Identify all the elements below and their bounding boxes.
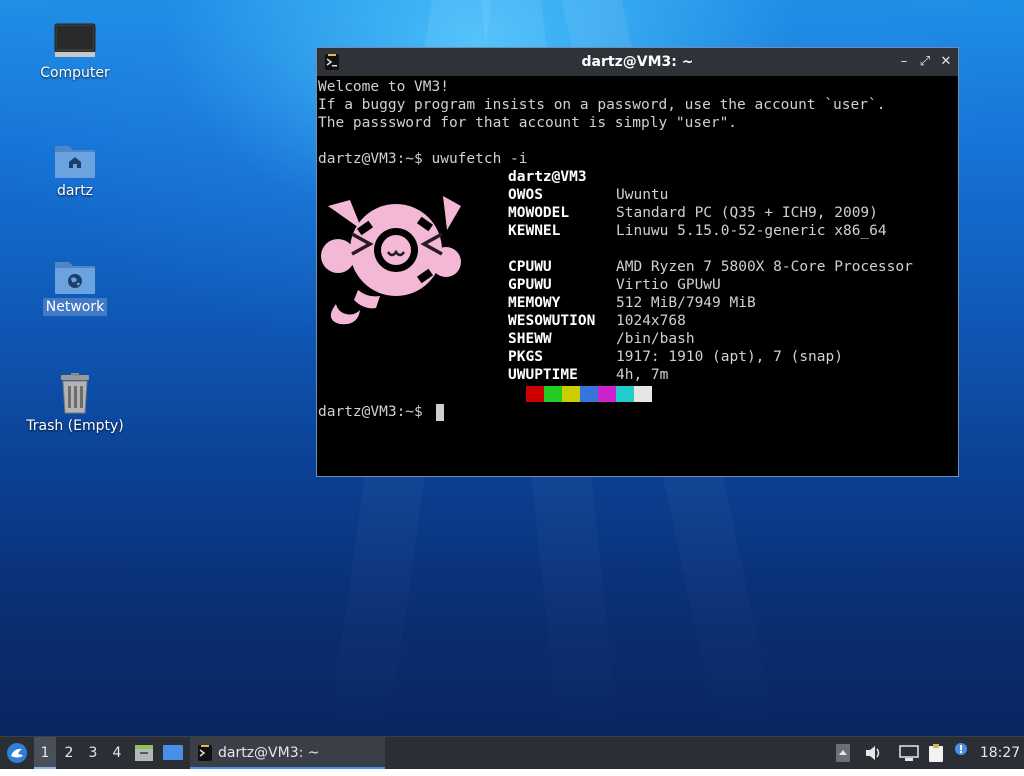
palette-swatch	[580, 386, 598, 402]
home-folder-icon	[55, 146, 95, 178]
palette-swatch	[598, 386, 616, 402]
workspace-3[interactable]: 3	[82, 737, 104, 769]
terminal-window[interactable]: dartz@VM3: ~ – ⤢ ✕ Welcome to VM3! If a …	[316, 47, 959, 477]
desktop-icon-network[interactable]: Network	[20, 256, 130, 316]
info-value: Uwuntu	[616, 187, 669, 203]
info-key: OWOS	[508, 187, 543, 203]
palette-swatch	[634, 386, 652, 402]
info-value: AMD Ryzen 7 5800X 8-Core Processor	[616, 259, 913, 275]
info-key: PKGS	[508, 349, 543, 365]
desktop: Computer dartz Network Trash (Empty) dar…	[0, 0, 1024, 736]
palette-swatch	[616, 386, 634, 402]
info-value: Virtio GPUwU	[616, 277, 721, 293]
start-menu-button[interactable]	[4, 737, 30, 769]
info-value: 4h, 7m	[616, 367, 669, 383]
computer-icon	[54, 23, 96, 57]
update-notifier-icon	[955, 743, 967, 755]
terminal-title: dartz@VM3: ~	[581, 54, 694, 70]
color-palette	[526, 386, 652, 402]
motd-line: If a buggy program insists on a password…	[318, 97, 886, 113]
desktop-icon-label: dartz	[56, 183, 94, 199]
terminal-titlebar[interactable]: dartz@VM3: ~ – ⤢ ✕	[317, 48, 958, 76]
desktop-icon-label: Network	[42, 298, 108, 316]
info-key: MEMOWY	[508, 295, 561, 311]
palette-swatch	[526, 386, 544, 402]
taskbar-task-terminal[interactable]: dartz@VM3: ~	[190, 737, 385, 769]
minimize-button[interactable]: –	[895, 53, 913, 71]
network-folder-icon	[55, 262, 95, 294]
close-button[interactable]: ✕	[937, 53, 955, 71]
terminal-output[interactable]: Welcome to VM3! If a buggy program insis…	[318, 76, 958, 476]
clipboard-button[interactable]	[924, 737, 948, 769]
uwuntu-logo-icon	[321, 196, 461, 325]
workspace-2[interactable]: 2	[58, 737, 80, 769]
workspace-4[interactable]: 4	[106, 737, 128, 769]
clock[interactable]: 18:27	[978, 737, 1022, 769]
info-key: WESOWUTION	[508, 313, 596, 329]
workspace-1[interactable]: 1	[34, 737, 56, 769]
file-manager-launcher[interactable]	[132, 737, 156, 769]
info-value: 1917: 1910 (apt), 7 (snap)	[616, 349, 843, 365]
palette-swatch	[562, 386, 580, 402]
motd-line: Welcome to VM3!	[318, 79, 449, 95]
desktop-icon-label: Computer	[40, 65, 110, 81]
network-wired-icon	[899, 745, 919, 761]
task-title: dartz@VM3: ~	[218, 745, 320, 761]
command-prompt-line: dartz@VM3:~$ uwufetch -i	[318, 151, 528, 167]
shell-prompt: dartz@VM3:~$	[318, 404, 423, 420]
info-key: GPUWU	[508, 277, 552, 293]
show-desktop-button[interactable]	[160, 737, 186, 769]
desktop-icon-label: Trash (Empty)	[26, 418, 124, 434]
terminal-app-icon	[198, 745, 212, 761]
info-key: KEWNEL	[508, 223, 561, 239]
desktop-icon-trash[interactable]: Trash (Empty)	[20, 373, 130, 435]
updates-button[interactable]	[952, 737, 972, 769]
info-value: Linuwu 5.15.0-52-generic x86_64	[616, 223, 887, 239]
desktop-icon-home-folder[interactable]: dartz	[20, 140, 130, 200]
info-value: /bin/bash	[616, 331, 695, 347]
info-value: Standard PC (Q35 + ICH9, 2009)	[616, 205, 878, 221]
info-key: MOWODEL	[508, 205, 570, 221]
terminal-cursor	[436, 404, 444, 421]
motd-line: The passsword for that account is simply…	[318, 115, 738, 131]
volume-button[interactable]	[862, 737, 884, 769]
palette-swatch	[544, 386, 562, 402]
trash-icon	[61, 373, 89, 414]
info-key: CPUWU	[508, 259, 552, 275]
show-desktop-icon	[163, 745, 183, 760]
clipboard-icon	[929, 744, 943, 762]
tray-arrow-up-icon	[836, 744, 850, 762]
user-host: dartz@VM3	[508, 169, 587, 185]
app-menu-logo-icon	[7, 743, 27, 763]
info-value: 512 MiB/7949 MiB	[616, 295, 756, 311]
network-status-button[interactable]	[898, 737, 920, 769]
info-key: SHEWW	[508, 331, 552, 347]
info-value: 1024x768	[616, 313, 686, 329]
maximize-button[interactable]: ⤢	[916, 53, 934, 71]
volume-icon	[866, 746, 880, 760]
info-key: UWUPTIME	[508, 367, 578, 383]
taskbar: 1 2 3 4 dartz@VM3: ~ 18:27	[0, 736, 1024, 769]
tray-scroll-up[interactable]	[834, 737, 852, 769]
desktop-icon-computer[interactable]: Computer	[20, 22, 130, 82]
file-manager-icon	[135, 745, 153, 761]
